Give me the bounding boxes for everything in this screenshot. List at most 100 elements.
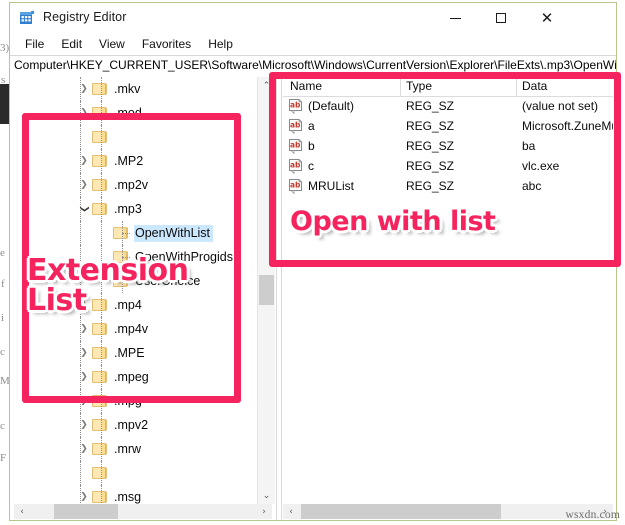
chevron-right-icon[interactable]: ❯	[76, 365, 92, 389]
chevron-right-icon[interactable]: ❯	[76, 341, 92, 365]
tree-item-mpe[interactable]: ❯ .MPE	[14, 341, 258, 365]
value-list-row[interactable]: ab b REG_SZ ba	[283, 137, 613, 157]
value-data: (value not set)	[522, 99, 599, 113]
close-button[interactable]: ✕	[524, 3, 570, 33]
chevron-right-icon[interactable]: ❯	[76, 293, 92, 317]
tree-guide-line	[122, 281, 130, 282]
string-value-icon: ab	[288, 118, 304, 135]
column-divider[interactable]	[516, 77, 517, 96]
tree-item-msg[interactable]: ❯ .msg	[14, 485, 258, 504]
chevron-right-icon[interactable]: ❯	[76, 389, 92, 413]
chevron-right-icon[interactable]: ❯	[76, 413, 92, 437]
svg-text:ab: ab	[290, 141, 301, 150]
tree-hscroll-thumb[interactable]	[54, 504, 118, 519]
column-header-name[interactable]: Name	[290, 79, 322, 93]
value-list-hscroll-thumb[interactable]	[301, 504, 501, 519]
registry-editor-window: Registry Editor ✕ File Edit View Favorit…	[9, 2, 617, 521]
value-list-row[interactable]: ab a REG_SZ Microsoft.ZuneMu	[283, 117, 613, 137]
column-divider[interactable]	[400, 77, 401, 96]
tree-item-openwithlist[interactable]: OpenWithList	[14, 221, 258, 245]
tree-item-mpv2[interactable]: ❯ .mpv2	[14, 413, 258, 437]
tree-guide-line	[101, 413, 102, 437]
tree-item-label: .mrw	[114, 441, 142, 456]
registry-value-list-panel[interactable]: Name Type Data ab (Default) REG_SZ (value n…	[283, 77, 613, 504]
tree-guide-line	[101, 293, 102, 317]
tree-item-mrw[interactable]: ❯ .mrw	[14, 437, 258, 461]
tree-item-mp3[interactable]: ❯ .mp3	[14, 197, 258, 221]
chevron-right-icon[interactable]: ❯	[76, 149, 92, 173]
tree-item-label: .mkv	[114, 81, 141, 96]
scroll-right-icon[interactable]: ›	[256, 504, 272, 519]
tree-item-label: .MP2	[114, 153, 144, 168]
folder-icon	[92, 298, 108, 312]
menu-item-view[interactable]: View	[91, 35, 134, 53]
tree-guide-line	[80, 77, 81, 101]
value-list-row[interactable]: ab MRUList REG_SZ abc	[283, 177, 613, 197]
tree-item-blank[interactable]	[14, 461, 258, 485]
scroll-down-icon[interactable]: ⌄	[258, 487, 275, 504]
chevron-right-icon[interactable]: ❯	[76, 173, 92, 197]
tree-vscroll-thumb[interactable]	[259, 275, 274, 305]
tree-item-mpg[interactable]: ❯ .mpg	[14, 389, 258, 413]
tree-guide-line	[101, 317, 102, 341]
background-text-fragment: c	[0, 346, 5, 358]
tree-item-mod[interactable]: ❯ .mod	[14, 101, 258, 125]
column-header-data[interactable]: Data	[522, 79, 547, 93]
tree-item-mp2v[interactable]: ❯ .mp2v	[14, 173, 258, 197]
menu-item-favorites[interactable]: Favorites	[134, 35, 200, 53]
panel-splitter[interactable]	[276, 75, 282, 520]
tree-guide-line	[122, 233, 130, 234]
registry-tree-panel[interactable]: ❯ .mkv ❯ .mod ❯ .MP2 ❯ .mp2v ❯ .mp3 OpenWithList Op…	[14, 77, 275, 504]
folder-icon	[92, 178, 108, 192]
folder-icon	[92, 130, 108, 144]
tree-vertical-scrollbar[interactable]: ⌃ ⌄	[257, 77, 275, 504]
tree-item-openwithprogids[interactable]: OpenWithProgids	[14, 245, 258, 269]
tree-item-label: .mpg	[114, 393, 142, 408]
tree-item-userchoice[interactable]: UserChoice	[14, 269, 258, 293]
maximize-button[interactable]	[478, 3, 524, 33]
tree-item-blank[interactable]	[14, 125, 258, 149]
chevron-right-icon[interactable]: ❯	[76, 485, 92, 504]
tree-item-label: .mp4v	[114, 321, 149, 336]
chevron-right-icon[interactable]: ❯	[76, 101, 92, 125]
tree-item-mp4v[interactable]: ❯ .mp4v	[14, 317, 258, 341]
folder-icon	[92, 418, 108, 432]
tree-item-label: .mpv2	[114, 417, 149, 432]
chevron-right-icon[interactable]: ❯	[76, 437, 92, 461]
tree-guide-line	[80, 173, 81, 197]
chevron-right-icon[interactable]: ❯	[76, 317, 92, 341]
value-list-row[interactable]: ab c REG_SZ vlc.exe	[283, 157, 613, 177]
tree-item-mp4[interactable]: ❯ .mp4	[14, 293, 258, 317]
folder-icon	[92, 490, 108, 504]
tree-horizontal-scrollbar[interactable]: ‹ ›	[14, 504, 272, 519]
menu-item-edit[interactable]: Edit	[53, 35, 91, 53]
background-dark-block	[0, 84, 9, 124]
scroll-left-icon[interactable]: ‹	[283, 504, 299, 519]
content-area: ❯ .mkv ❯ .mod ❯ .MP2 ❯ .mp2v ❯ .mp3 OpenWithList Op…	[10, 75, 616, 520]
menu-item-file[interactable]: File	[17, 35, 53, 53]
tree-guide-line	[101, 197, 102, 221]
value-list-row[interactable]: ab (Default) REG_SZ (value not set)	[283, 97, 613, 117]
address-bar[interactable]: Computer\HKEY_CURRENT_USER\Software\Micr…	[10, 55, 616, 76]
scroll-up-icon[interactable]: ⌃	[258, 77, 275, 94]
title-bar: Registry Editor ✕	[10, 3, 616, 33]
tree-item-mkv[interactable]: ❯ .mkv	[14, 77, 258, 101]
value-list-horizontal-scrollbar[interactable]: ‹ ›	[283, 504, 613, 519]
chevron-right-icon[interactable]: ❯	[76, 77, 92, 101]
scroll-left-icon[interactable]: ‹	[14, 504, 30, 519]
minimize-button[interactable]	[432, 3, 478, 33]
menu-item-help[interactable]: Help	[200, 35, 242, 53]
tree-item-mp2[interactable]: ❯ .MP2	[14, 149, 258, 173]
tree-item-mpeg[interactable]: ❯ .mpeg	[14, 365, 258, 389]
column-header-type[interactable]: Type	[406, 79, 432, 93]
